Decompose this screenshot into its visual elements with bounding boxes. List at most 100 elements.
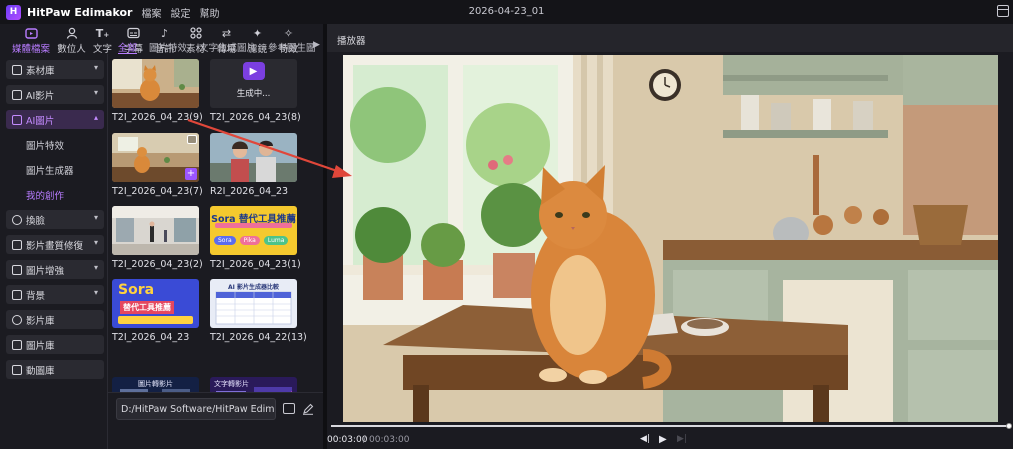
- ai-image-icon: [12, 114, 22, 125]
- thumbnail-table: AI 影片生成器比較: [210, 279, 297, 328]
- menu-settings[interactable]: 設定: [170, 5, 190, 20]
- generating-status: 生成中...: [236, 89, 271, 99]
- export-path-bar: D:/HitPaw Software/HitPaw Edimakor...: [108, 392, 323, 425]
- media-card[interactable]: T2I_2026_04_23(9): [112, 59, 203, 123]
- save-path-field[interactable]: D:/HitPaw Software/HitPaw Edimakor...: [116, 398, 276, 420]
- tool-label: 媒體檔案: [11, 44, 50, 55]
- sidebar-subitem-image-effects[interactable]: 圖片特效: [6, 135, 104, 155]
- scrubber-handle[interactable]: [1006, 423, 1012, 429]
- chevron-down-icon: ▾: [93, 263, 98, 272]
- video-badge-icon: [187, 135, 197, 144]
- folder-icon: [12, 64, 22, 75]
- time-total: 00:03:00: [369, 435, 410, 445]
- chevron-down-icon: ▾: [93, 238, 98, 247]
- play-icon[interactable]: ▶: [659, 434, 667, 445]
- sidebar-item-ai-video[interactable]: AI影片 ▾: [6, 85, 104, 104]
- filter-icon: ✦: [252, 27, 263, 40]
- sidebar-item-label: 素材庫: [26, 65, 55, 77]
- tool-label: 文字: [92, 44, 112, 55]
- sidebar-item-image-enhance[interactable]: 圖片增強 ▾: [6, 260, 104, 279]
- sidebar-item-label: AI影片: [26, 90, 55, 102]
- time-separator: /: [363, 435, 367, 445]
- chevron-down-icon: ▾: [93, 63, 98, 72]
- media-card-caption: T2I_2026_04_22(13): [210, 332, 307, 343]
- media-card[interactable]: T2I_2026_04_23(2): [112, 206, 203, 270]
- sidebar-item-label: 圖片庫: [26, 340, 55, 352]
- tool-text[interactable]: T+ 文字: [87, 24, 118, 55]
- tab-all[interactable]: 全部: [118, 40, 138, 54]
- tool-media-files[interactable]: 媒體檔案: [6, 24, 56, 55]
- thumb-title: Sora: [118, 282, 155, 298]
- tab-text-to-image[interactable]: 文字生成圖片: [199, 40, 256, 54]
- avatar-icon: [66, 27, 78, 40]
- tabs-scroll-right-icon[interactable]: ▶: [313, 40, 320, 50]
- edit-icon[interactable]: [302, 403, 314, 415]
- media-card-caption: T2I_2026_04_23(9): [112, 112, 203, 123]
- thumbnail-sora-blue: Sora 替代工具推薦: [112, 279, 199, 328]
- preview-video[interactable]: [343, 55, 998, 422]
- media-card-caption: T2I_2026_04_23(2): [112, 259, 203, 270]
- sidebar-item-ai-image[interactable]: AI圖片 ▴: [6, 110, 104, 129]
- chevron-down-icon: ▾: [93, 88, 98, 97]
- tab-reference-to-image[interactable]: 參考圖生圖: [268, 40, 316, 54]
- sidebar-subitem-my-creations[interactable]: 我的創作: [6, 185, 104, 205]
- media-card[interactable]: Sora 替代工具推薦 Sora Pika Luma T2I_2026_04_2…: [210, 206, 301, 270]
- sidebar-item-label: 動圖庫: [26, 365, 55, 377]
- sidebar-item-video-library[interactable]: 影片庫: [6, 310, 104, 329]
- chevron-up-icon: ▴: [93, 113, 98, 122]
- sidebar-item-label: 影片庫: [26, 315, 55, 327]
- media-card-caption: T2I_2026_04_23: [112, 332, 190, 343]
- tool-digital-human[interactable]: 數位人: [56, 24, 87, 55]
- player-header: 播放器: [327, 24, 1013, 52]
- media-card[interactable]: R2I_2026_04_23: [210, 133, 297, 197]
- gif-library-icon: [12, 364, 22, 375]
- thumb-pill: Sora: [214, 236, 236, 245]
- thumbnail-generating: ▶ 生成中...: [210, 59, 297, 108]
- media-card[interactable]: Sora 替代工具推薦 T2I_2026_04_23: [112, 279, 199, 343]
- sidebar-item-face-swap[interactable]: 換臉 ▾: [6, 210, 104, 229]
- face-swap-icon: [12, 214, 22, 225]
- step-back-icon[interactable]: ◀|: [640, 434, 650, 444]
- background-icon: [12, 289, 22, 300]
- media-card-caption: T2I_2026_04_23(8): [210, 112, 301, 123]
- sidebar-item-gif-library[interactable]: 動圖庫: [6, 360, 104, 379]
- sidebar-item-asset-library[interactable]: 素材庫 ▾: [6, 60, 104, 79]
- thumb-pill: Pika: [239, 236, 260, 245]
- media-card-caption: R2I_2026_04_23: [210, 186, 289, 197]
- thumbnail-mall: [112, 206, 199, 255]
- menu-help[interactable]: 幫助: [199, 5, 219, 20]
- image-library-icon: [12, 339, 22, 350]
- sidebar-item-background[interactable]: 背景 ▾: [6, 285, 104, 304]
- media-card[interactable]: + T2I_2026_04_23(7): [112, 133, 203, 197]
- sidebar-subitem-image-generator[interactable]: 圖片生成器: [6, 160, 104, 180]
- add-to-timeline-button[interactable]: +: [185, 168, 197, 180]
- folder-icon[interactable]: [283, 403, 295, 414]
- app-name: HitPaw Edimakor: [27, 5, 133, 19]
- subtitle-icon: [127, 27, 140, 40]
- generating-play-icon: ▶: [242, 62, 265, 80]
- time-current: 00:03:00: [327, 435, 368, 445]
- ai-video-icon: [12, 89, 22, 100]
- media-card[interactable]: AI 影片生成器比較 T2I_2026_04_22(13): [210, 279, 307, 343]
- tab-image-effects[interactable]: 圖片特效: [149, 40, 187, 54]
- title-bar: H HitPaw Edimakor 檔案 設定 幫助 2026-04-23_01: [0, 0, 1013, 24]
- window-layout-icon[interactable]: [997, 5, 1009, 17]
- thumb-subtitle: 替代工具推薦: [120, 301, 174, 314]
- thumb-bar: [118, 316, 193, 324]
- sidebar-item-label: 背景: [26, 290, 46, 302]
- player-panel: 播放器 00:03:00 / 00:03:00 ◀| ▶ ▶|: [327, 24, 1013, 449]
- sidebar-item-video-enhance[interactable]: 影片畫質修復 ▾: [6, 235, 104, 254]
- folder-media-icon: [24, 27, 38, 40]
- timeline-scrubber[interactable]: [331, 423, 1012, 429]
- media-card-caption: T2I_2026_04_23(1): [210, 259, 301, 270]
- video-library-icon: [12, 314, 22, 325]
- sidebar-item-label: 換臉: [26, 215, 46, 227]
- menu-file[interactable]: 檔案: [141, 5, 161, 20]
- text-icon: T+: [95, 27, 110, 40]
- sidebar-item-image-library[interactable]: 圖片庫: [6, 335, 104, 354]
- music-icon: ♪: [160, 27, 169, 40]
- chevron-down-icon: ▾: [93, 288, 98, 297]
- image-enhance-icon: [12, 264, 22, 275]
- step-forward-icon[interactable]: ▶|: [677, 434, 687, 444]
- media-card[interactable]: ▶ 生成中... T2I_2026_04_23(8): [210, 59, 301, 123]
